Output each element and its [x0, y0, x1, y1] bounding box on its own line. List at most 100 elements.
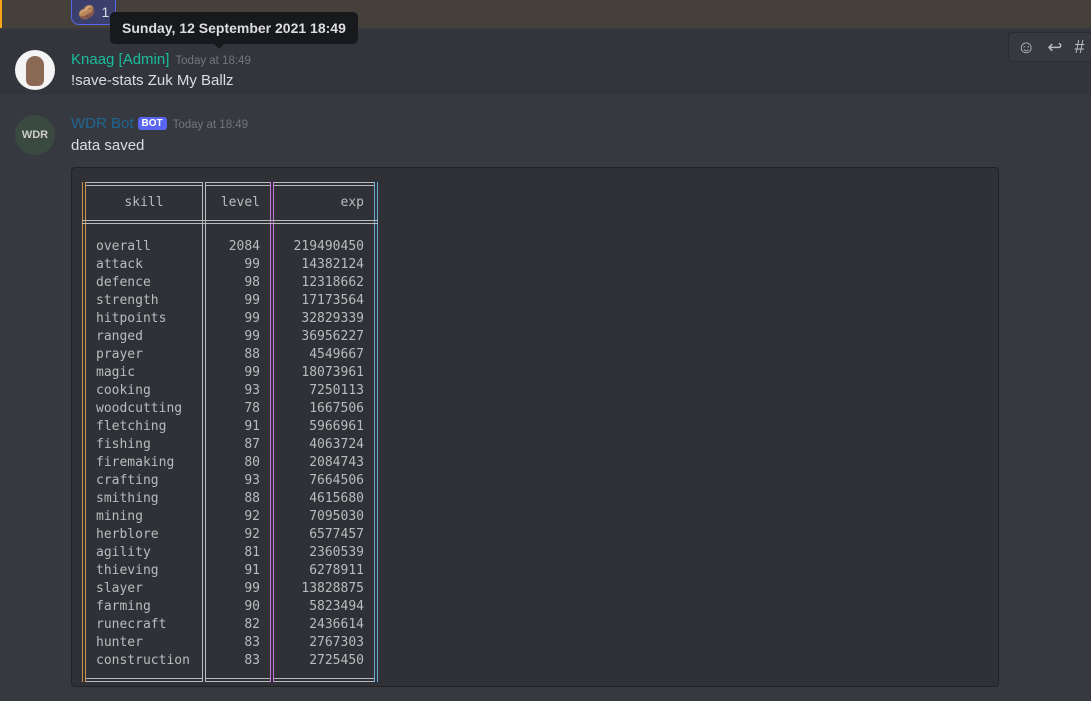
skill-cell: farming [82, 598, 206, 616]
skill-cell: agility [82, 544, 206, 562]
table-row: smithing 88 4615680 [82, 490, 378, 508]
message-author[interactable]: WDR Bot BOT Today at 18:49 [71, 115, 248, 132]
reaction-count: 1 [101, 4, 110, 20]
skill-cell: firemaking [82, 454, 206, 472]
skill-cell: ranged [82, 328, 206, 346]
table-row: construction 83 2725450 [82, 652, 378, 680]
level-cell: 91 [204, 562, 274, 580]
exp-cell: 12318662 [271, 274, 378, 292]
skill-cell: smithing [82, 490, 206, 508]
avatar-wdr-bot[interactable]: WDR [15, 115, 55, 155]
exp-cell: 7664506 [271, 472, 378, 490]
exp-cell: 4615680 [271, 490, 378, 508]
reply-icon[interactable]: ↩ [1047, 37, 1062, 58]
table-row: woodcutting 78 1667506 [82, 400, 378, 418]
level-cell: 91 [204, 418, 274, 436]
table-row: fletching 91 5966961 [82, 418, 378, 436]
exp-cell: 14382124 [271, 256, 378, 274]
add-reaction-icon[interactable]: ☺ [1017, 37, 1035, 58]
exp-cell: 2767303 [271, 634, 378, 652]
create-thread-icon[interactable]: # [1074, 37, 1084, 58]
skill-cell: hunter [82, 634, 206, 652]
exp-cell: 4549667 [271, 346, 378, 364]
table-row: firemaking 80 2084743 [82, 454, 378, 472]
exp-cell: 17173564 [271, 292, 378, 310]
potato-emoji-icon: 🥔 [78, 3, 96, 20]
level-cell: 93 [204, 382, 274, 400]
level-cell: 92 [204, 526, 274, 544]
level-cell: 88 [204, 490, 274, 508]
skill-cell: fishing [82, 436, 206, 454]
skill-cell: strength [82, 292, 206, 310]
skill-cell: magic [82, 364, 206, 382]
table-row: magic 99 18073961 [82, 364, 378, 382]
bot-badge: BOT [137, 117, 167, 130]
header-exp: exp [271, 184, 378, 224]
skill-cell: fletching [82, 418, 206, 436]
header-skill: skill [82, 184, 206, 224]
stats-table: skill level exp overall 2084 219490450 atta… [82, 182, 378, 682]
exp-cell: 7095030 [271, 508, 378, 526]
table-row: runecraft 82 2436614 [82, 616, 378, 634]
level-cell: 99 [204, 256, 274, 274]
timestamp-tooltip: Sunday, 12 September 2021 18:49 [110, 12, 358, 49]
exp-cell: 2360539 [271, 544, 378, 562]
table-row: mining 92 7095030 [82, 508, 378, 526]
table-row: cooking 93 7250113 [82, 382, 378, 400]
exp-cell: 1667506 [271, 400, 378, 418]
table-row: herblore 92 6577457 [82, 526, 378, 544]
exp-cell: 6278911 [271, 562, 378, 580]
skill-cell: slayer [82, 580, 206, 598]
skill-cell: attack [82, 256, 206, 274]
level-cell: 98 [204, 274, 274, 292]
skill-cell: runecraft [82, 616, 206, 634]
level-cell: 81 [204, 544, 274, 562]
table-row: agility 81 2360539 [82, 544, 378, 562]
exp-cell: 2084743 [271, 454, 378, 472]
exp-cell: 13828875 [271, 580, 378, 598]
level-cell: 90 [204, 598, 274, 616]
level-cell: 99 [204, 292, 274, 310]
exp-cell: 219490450 [271, 222, 378, 256]
skill-cell: cooking [82, 382, 206, 400]
table-row: prayer 88 4549667 [82, 346, 378, 364]
level-cell: 99 [204, 310, 274, 328]
table-row: slayer 99 13828875 [82, 580, 378, 598]
skill-cell: woodcutting [82, 400, 206, 418]
level-cell: 99 [204, 580, 274, 598]
exp-cell: 4063724 [271, 436, 378, 454]
message-timestamp: Today at 18:49 [175, 55, 251, 67]
exp-cell: 6577457 [271, 526, 378, 544]
exp-cell: 2436614 [271, 616, 378, 634]
skill-cell: prayer [82, 346, 206, 364]
level-cell: 83 [204, 634, 274, 652]
table-row: farming 90 5823494 [82, 598, 378, 616]
skill-cell: herblore [82, 526, 206, 544]
exp-cell: 32829339 [271, 310, 378, 328]
level-cell: 99 [204, 328, 274, 346]
skill-cell: defence [82, 274, 206, 292]
message-author[interactable]: Knaag [Admin] Today at 18:49 [71, 51, 251, 68]
table-row: thieving 91 6278911 [82, 562, 378, 580]
skill-cell: mining [82, 508, 206, 526]
table-row: hitpoints 99 32829339 [82, 310, 378, 328]
message-timestamp: Today at 18:49 [172, 119, 249, 131]
level-cell: 82 [204, 616, 274, 634]
message-actions: ☺ ↩ # [1008, 32, 1091, 62]
exp-cell: 36956227 [271, 328, 378, 346]
skill-cell: construction [82, 652, 206, 680]
message-text: !save-stats Zuk My Ballz [71, 72, 234, 89]
skill-cell: thieving [82, 562, 206, 580]
exp-cell: 5966961 [271, 418, 378, 436]
avatar-knaag[interactable] [15, 50, 55, 90]
skill-cell: crafting [82, 472, 206, 490]
table-row: overall 2084 219490450 [82, 222, 378, 256]
table-row: strength 99 17173564 [82, 292, 378, 310]
level-cell: 78 [204, 400, 274, 418]
level-cell: 80 [204, 454, 274, 472]
level-cell: 2084 [204, 222, 274, 256]
level-cell: 83 [204, 652, 274, 680]
level-cell: 93 [204, 472, 274, 490]
skill-cell: hitpoints [82, 310, 206, 328]
table-row: defence 98 12318662 [82, 274, 378, 292]
